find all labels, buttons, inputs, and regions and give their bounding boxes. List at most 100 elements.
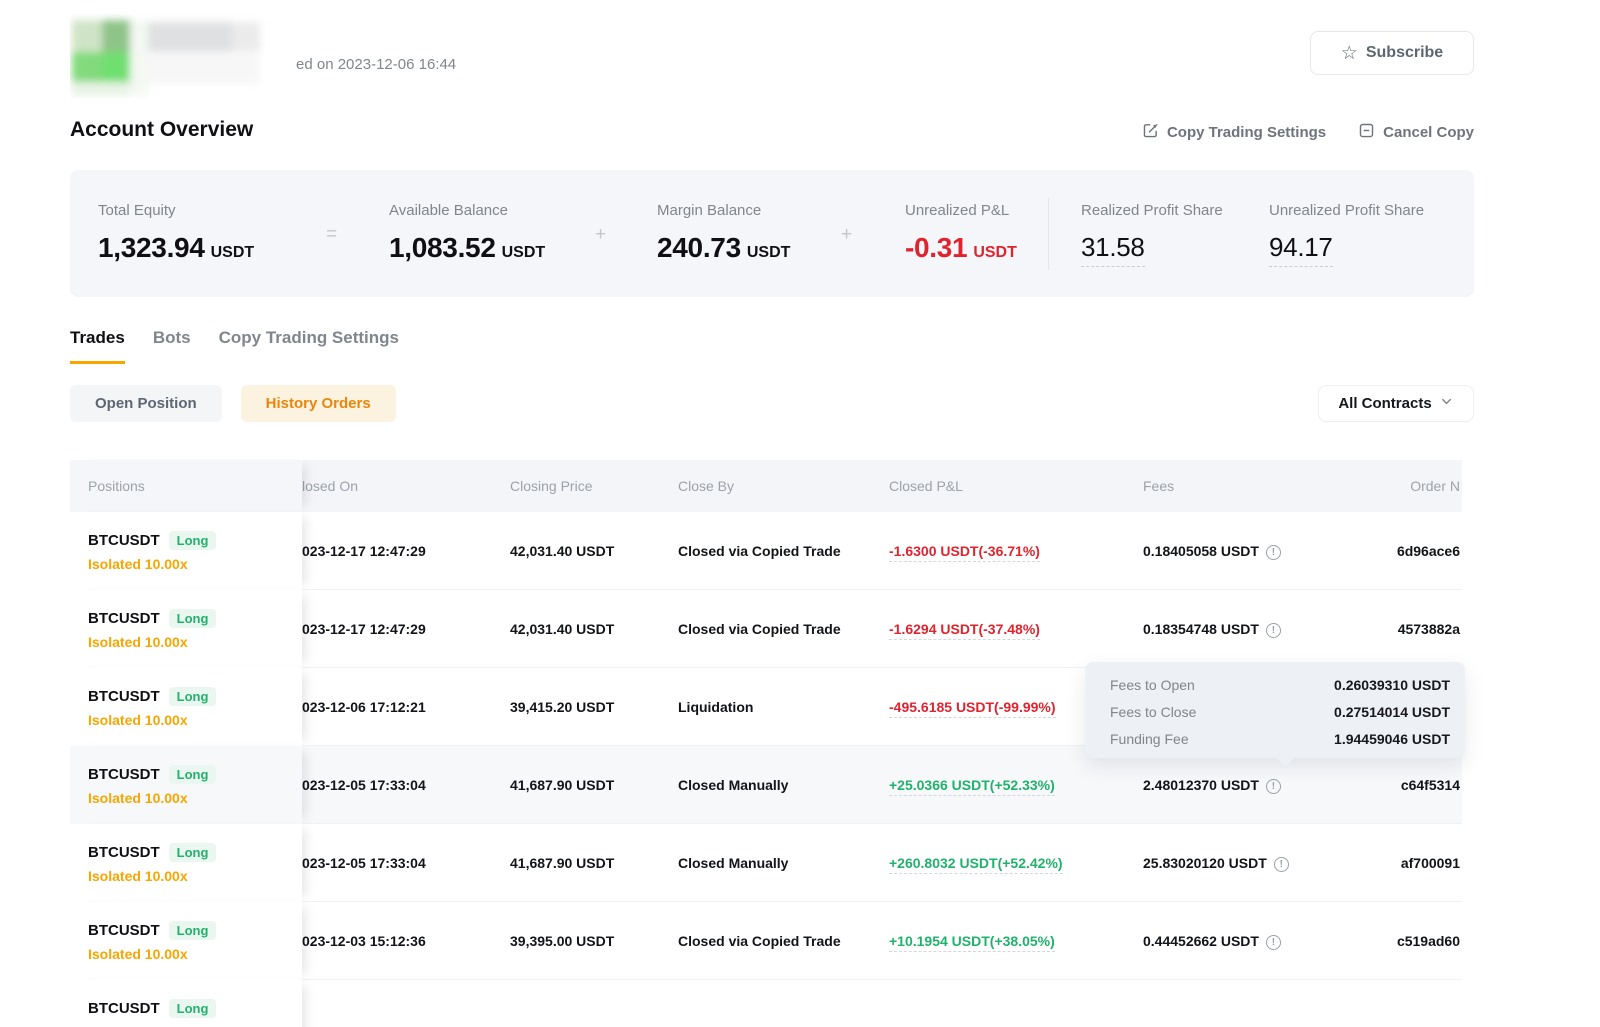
star-icon: ☆ (1341, 44, 1358, 63)
symbol: BTCUSDT (88, 610, 160, 627)
cancel-copy-label: Cancel Copy (1383, 124, 1474, 141)
column-header-order-no: Order N (1390, 478, 1462, 494)
fees-cell: 0.18354748 USDT! (1143, 621, 1390, 638)
history-orders-button[interactable]: History Orders (241, 385, 396, 422)
margin-mode: Isolated 10.00x (88, 634, 302, 650)
position-cell: BTCUSDTLong Isolated 10.00x (70, 980, 302, 1027)
column-header-closed-on: losed On (302, 478, 510, 494)
tooltip-row: Funding Fee 1.94459046 USDT (1110, 725, 1450, 752)
stat-available-balance: Available Balance 1,083.52USDT (389, 202, 545, 264)
equals-operator: = (326, 224, 337, 246)
order-no: c64f5314 (1390, 777, 1462, 793)
position-cell: BTCUSDT Long Isolated 10.00x (70, 902, 302, 980)
symbol: BTCUSDT (88, 766, 160, 783)
close-by: Closed via Copied Trade (678, 621, 889, 637)
close-by: Closed via Copied Trade (678, 543, 889, 559)
closed-on: 023-12-03 15:12:36 (302, 933, 510, 949)
table-row: BTCUSDTLong Isolated 10.00x 023-12-17 12… (70, 590, 1462, 668)
stat-realized-profit-share: Realized Profit Share 31.58 (1081, 202, 1223, 267)
account-stats-bar: Total Equity 1,323.94USDT = Available Ba… (70, 170, 1474, 297)
all-contracts-dropdown[interactable]: All Contracts (1318, 385, 1474, 422)
table-row: BTCUSDT Long Isolated 10.00x 023-12-17 12… (70, 512, 1462, 590)
margin-mode: Isolated 10.00x (88, 556, 302, 572)
close-by: Closed Manually (678, 777, 889, 793)
open-position-button[interactable]: Open Position (70, 385, 222, 422)
side-badge: Long (169, 765, 217, 784)
tab-bots[interactable]: Bots (153, 328, 191, 364)
info-icon[interactable]: ! (1266, 779, 1281, 794)
closed-on: 023-12-06 17:12:21 (302, 699, 510, 715)
closed-on: 023-12-05 17:33:04 (302, 855, 510, 871)
symbol: BTCUSDT (88, 844, 160, 861)
column-header-closing-price: Closing Price (510, 478, 678, 494)
stat-margin-balance: Margin Balance 240.73USDT (657, 202, 790, 264)
fees-cell: 2.48012370 USDT! (1143, 777, 1390, 794)
side-badge: Long (169, 921, 217, 940)
tooltip-row: Fees to Close 0.27514014 USDT (1110, 698, 1450, 725)
subscribe-label: Subscribe (1366, 44, 1443, 62)
closed-pnl[interactable]: -1.6300 USDT(-36.71%) (889, 543, 1040, 562)
fees-tooltip: Fees to Open 0.26039310 USDT Fees to Clo… (1085, 662, 1465, 758)
margin-mode: Isolated 10.00x (88, 868, 302, 884)
info-icon[interactable]: ! (1266, 623, 1281, 638)
info-icon[interactable]: ! (1266, 935, 1281, 950)
stat-unrealized-pnl: Unrealized P&L -0.31USDT (905, 202, 1017, 264)
order-no: 6d96ace6 (1390, 543, 1462, 559)
plus-operator: + (595, 224, 606, 246)
position-cell: BTCUSDTLong Isolated 10.00x (70, 746, 302, 824)
order-no: c519ad60 (1390, 933, 1462, 949)
close-by: Liquidation (678, 699, 889, 715)
closed-pnl[interactable]: +10.1954 USDT(+38.05%) (889, 933, 1055, 952)
stat-unrealized-profit-share: Unrealized Profit Share 94.17 (1269, 202, 1424, 267)
side-badge: Long (169, 609, 217, 628)
close-by: Closed via Copied Trade (678, 933, 889, 949)
subscribe-button[interactable]: ☆ Subscribe (1310, 31, 1474, 75)
cancel-copy-button[interactable]: Cancel Copy (1358, 122, 1474, 143)
copy-trading-settings-button[interactable]: Copy Trading Settings (1142, 122, 1326, 143)
symbol: BTCUSDT (88, 922, 160, 939)
column-header-close-by: Close By (678, 478, 889, 494)
trades-filter-row: Open Position History Orders (70, 385, 396, 422)
side-badge: Long (169, 999, 217, 1018)
copy-trading-settings-label: Copy Trading Settings (1167, 124, 1326, 141)
margin-mode: Isolated 10.00x (88, 712, 302, 728)
tab-trades[interactable]: Trades (70, 328, 125, 364)
tab-copy-trading-settings[interactable]: Copy Trading Settings (219, 328, 399, 364)
overview-actions: Copy Trading Settings Cancel Copy (1142, 122, 1474, 143)
symbol: BTCUSDT (88, 1000, 160, 1017)
closing-price: 41,687.90 USDT (510, 855, 678, 871)
side-badge: Long (169, 843, 217, 862)
stats-divider (1048, 198, 1049, 270)
position-cell: BTCUSDT Long Isolated 10.00x (70, 512, 302, 590)
page-title: Account Overview (70, 118, 253, 142)
info-icon[interactable]: ! (1274, 857, 1289, 872)
minus-square-icon (1358, 122, 1375, 143)
column-header-closed-pnl: Closed P&L (889, 478, 1143, 494)
margin-mode: Isolated 10.00x (88, 946, 302, 962)
closed-pnl[interactable]: -1.6294 USDT(-37.48%) (889, 621, 1040, 640)
closing-price: 39,395.00 USDT (510, 933, 678, 949)
closed-pnl[interactable]: +25.0366 USDT(+52.33%) (889, 777, 1055, 796)
chevron-down-icon (1439, 394, 1454, 413)
tooltip-row: Fees to Open 0.26039310 USDT (1110, 671, 1450, 698)
closing-price: 42,031.40 USDT (510, 543, 678, 559)
side-badge: Long (169, 531, 217, 550)
column-header-fees: Fees (1143, 478, 1390, 494)
position-cell: BTCUSDT Long Isolated 10.00x (70, 590, 302, 668)
table-row: BTCUSDT Long Isolated 10.00x 023-12-05 17… (70, 824, 1462, 902)
stat-total-equity: Total Equity 1,323.94USDT (98, 202, 254, 264)
closed-on: 023-12-05 17:33:04 (302, 777, 510, 793)
closed-pnl[interactable]: -495.6185 USDT(-99.99%) (889, 699, 1056, 718)
info-icon[interactable]: ! (1266, 545, 1281, 560)
table-row-partial: BTCUSDTLong Isolated 10.00x (70, 980, 1462, 1027)
table-row: BTCUSDT Long Isolated 10.00x 023-12-03 15… (70, 902, 1462, 980)
closed-pnl[interactable]: +260.8032 USDT(+52.42%) (889, 855, 1063, 874)
edit-icon (1142, 122, 1159, 143)
closed-on: 023-12-17 12:47:29 (302, 543, 510, 559)
position-cell: BTCUSDT Long Isolated 10.00x (70, 824, 302, 902)
symbol: BTCUSDT (88, 532, 160, 549)
main-tabs: Trades Bots Copy Trading Settings (70, 328, 399, 364)
fees-cell: 0.18405058 USDT! (1143, 543, 1390, 560)
close-by: Closed Manually (678, 855, 889, 871)
position-cell: BTCUSDTLong Isolated 10.00x (70, 668, 302, 746)
